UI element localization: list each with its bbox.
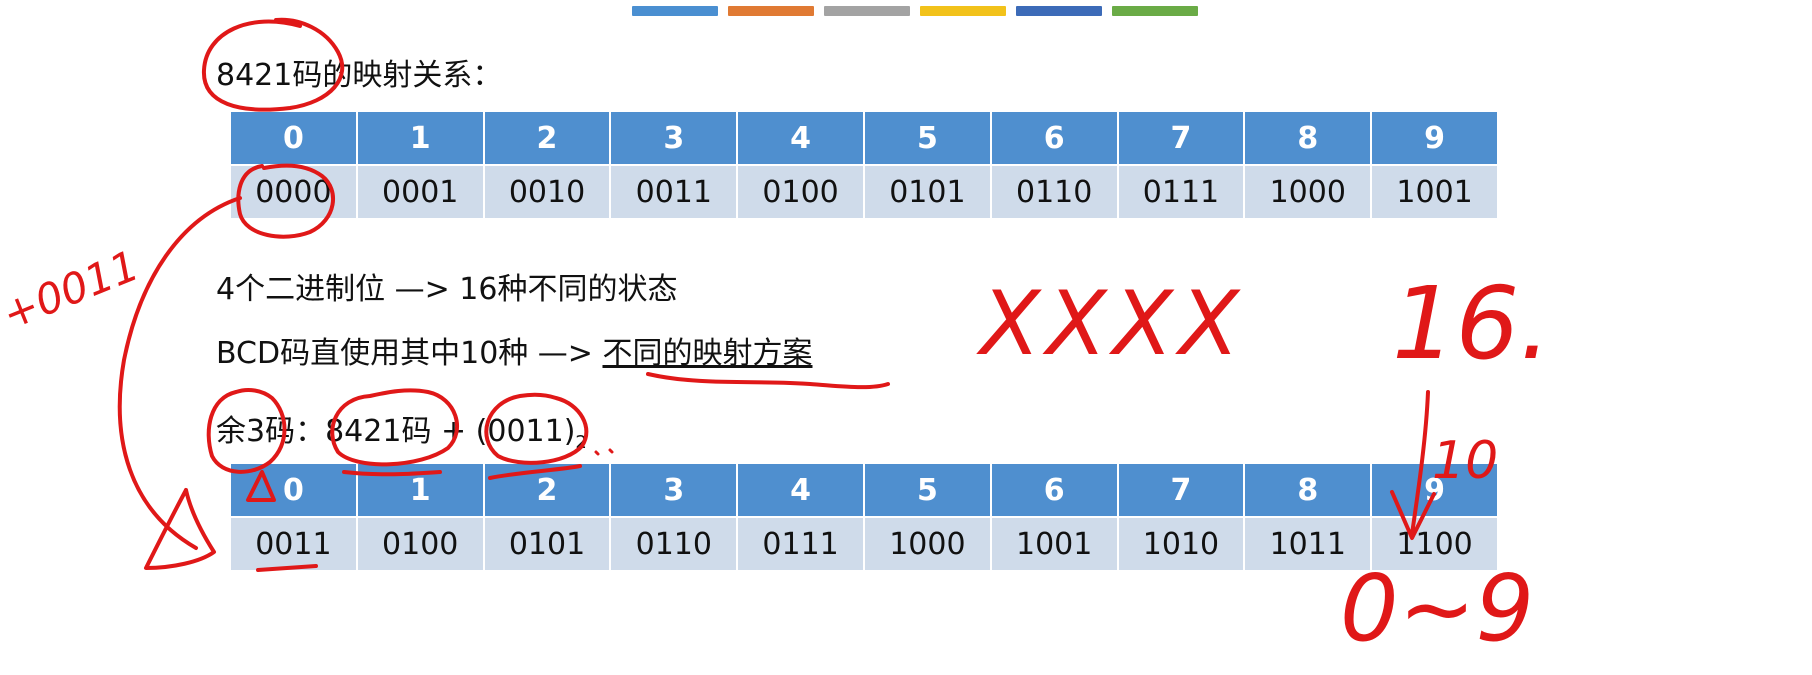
table-excess3-header-cell: 6 — [991, 464, 1117, 516]
color-bar-green — [1112, 6, 1198, 16]
excess3-formula: 8421码 + (0011) — [325, 414, 576, 449]
table-8421-code-cell: 1001 — [1372, 166, 1497, 218]
table-excess3-code-cell: 1000 — [864, 518, 990, 570]
table-8421-header-cell: 6 — [991, 112, 1117, 164]
bcd-prefix: BCD码直使用其中10种 —> — [216, 336, 603, 371]
excess3-line: 余3码：8421码 + (0011)2 — [216, 414, 587, 461]
table-excess3-code-cell: 1100 — [1372, 518, 1497, 570]
table-8421-code-cell: 0111 — [1118, 166, 1244, 218]
heading-8421: 8421码的映射关系： — [216, 58, 503, 93]
ink-sixteen: 16. — [1392, 265, 1551, 382]
table-excess3-code-row: 0011 0100 0101 0110 0111 1000 1001 1010 … — [231, 518, 1497, 570]
table-excess3-code-cell: 0111 — [738, 518, 863, 570]
table-excess3-code-cell: 0101 — [484, 518, 610, 570]
table-excess3-code-cell: 1001 — [991, 518, 1117, 570]
bcd-line: BCD码直使用其中10种 —> 不同的映射方案 — [216, 336, 812, 372]
table-8421-code-cell: 0100 — [738, 166, 863, 218]
table-excess3-code-cell: 0100 — [357, 518, 483, 570]
ink-dots — [594, 448, 614, 456]
table-excess3-header-cell: 9 — [1372, 464, 1497, 516]
ink-arrow-curve — [117, 196, 242, 550]
table-8421-code-cell: 0000 — [231, 166, 356, 218]
table-8421-header-cell: 1 — [357, 112, 483, 164]
table-excess3: 0 1 2 3 4 5 6 7 8 9 0011 0100 0101 0110 … — [229, 462, 1499, 572]
table-8421-code-row: 0000 0001 0010 0011 0100 0101 0110 0111 … — [231, 166, 1497, 218]
ink-arrow-head — [144, 488, 216, 570]
color-bar-orange — [728, 6, 814, 16]
table-8421-header-cell: 3 — [611, 112, 737, 164]
table-8421-header-cell: 9 — [1372, 112, 1497, 164]
table-8421-header-cell: 8 — [1245, 112, 1371, 164]
table-excess3-header-cell: 5 — [864, 464, 990, 516]
color-bar-yellow — [920, 6, 1006, 16]
table-excess3-header-row: 0 1 2 3 4 5 6 7 8 9 — [231, 464, 1497, 516]
bcd-emphasis: 不同的映射方案 — [602, 336, 813, 371]
table-8421-header-cell: 0 — [231, 112, 356, 164]
table-excess3-header-cell: 1 — [357, 464, 483, 516]
slide: 8421码的映射关系： 0 1 2 3 4 5 6 7 8 9 0000 000… — [0, 0, 1812, 675]
ink-xxxx: XXXX — [976, 272, 1245, 375]
ink-note-plus-0011: +0011 — [0, 241, 145, 340]
table-excess3-code-cell: 0110 — [611, 518, 737, 570]
table-8421-code-cell: 0001 — [357, 166, 483, 218]
table-excess3-code-cell: 0011 — [231, 518, 356, 570]
table-excess3-header-cell: 3 — [611, 464, 737, 516]
table-8421-code-cell: 0110 — [991, 166, 1117, 218]
table-8421-header-cell: 7 — [1118, 112, 1244, 164]
table-8421-code-cell: 0101 — [864, 166, 990, 218]
table-excess3-code-cell: 1010 — [1118, 518, 1244, 570]
excess3-subscript: 2 — [575, 432, 587, 453]
table-8421-header-cell: 5 — [864, 112, 990, 164]
table-8421-header-cell: 4 — [738, 112, 863, 164]
table-excess3-header-cell: 7 — [1118, 464, 1244, 516]
color-bar-gray — [824, 6, 910, 16]
table-excess3-header-cell: 2 — [484, 464, 610, 516]
table-8421: 0 1 2 3 4 5 6 7 8 9 0000 0001 0010 0011 … — [229, 110, 1499, 220]
ink-underline-mapping — [646, 372, 890, 390]
table-8421-code-cell: 0011 — [611, 166, 737, 218]
table-excess3-header-cell: 4 — [738, 464, 863, 516]
color-bar-blue — [632, 6, 718, 16]
table-8421-header-cell: 2 — [484, 112, 610, 164]
table-8421-code-cell: 1000 — [1245, 166, 1371, 218]
color-bar-darkblue — [1016, 6, 1102, 16]
excess3-label: 余3码： — [216, 414, 326, 449]
table-8421-code-cell: 0010 — [484, 166, 610, 218]
binary-states-line: 4个二进制位 —> 16种不同的状态 — [216, 272, 678, 307]
table-excess3-code-cell: 1011 — [1245, 518, 1371, 570]
table-excess3-header-cell: 0 — [231, 464, 356, 516]
table-8421-header-row: 0 1 2 3 4 5 6 7 8 9 — [231, 112, 1497, 164]
table-excess3-header-cell: 8 — [1245, 464, 1371, 516]
